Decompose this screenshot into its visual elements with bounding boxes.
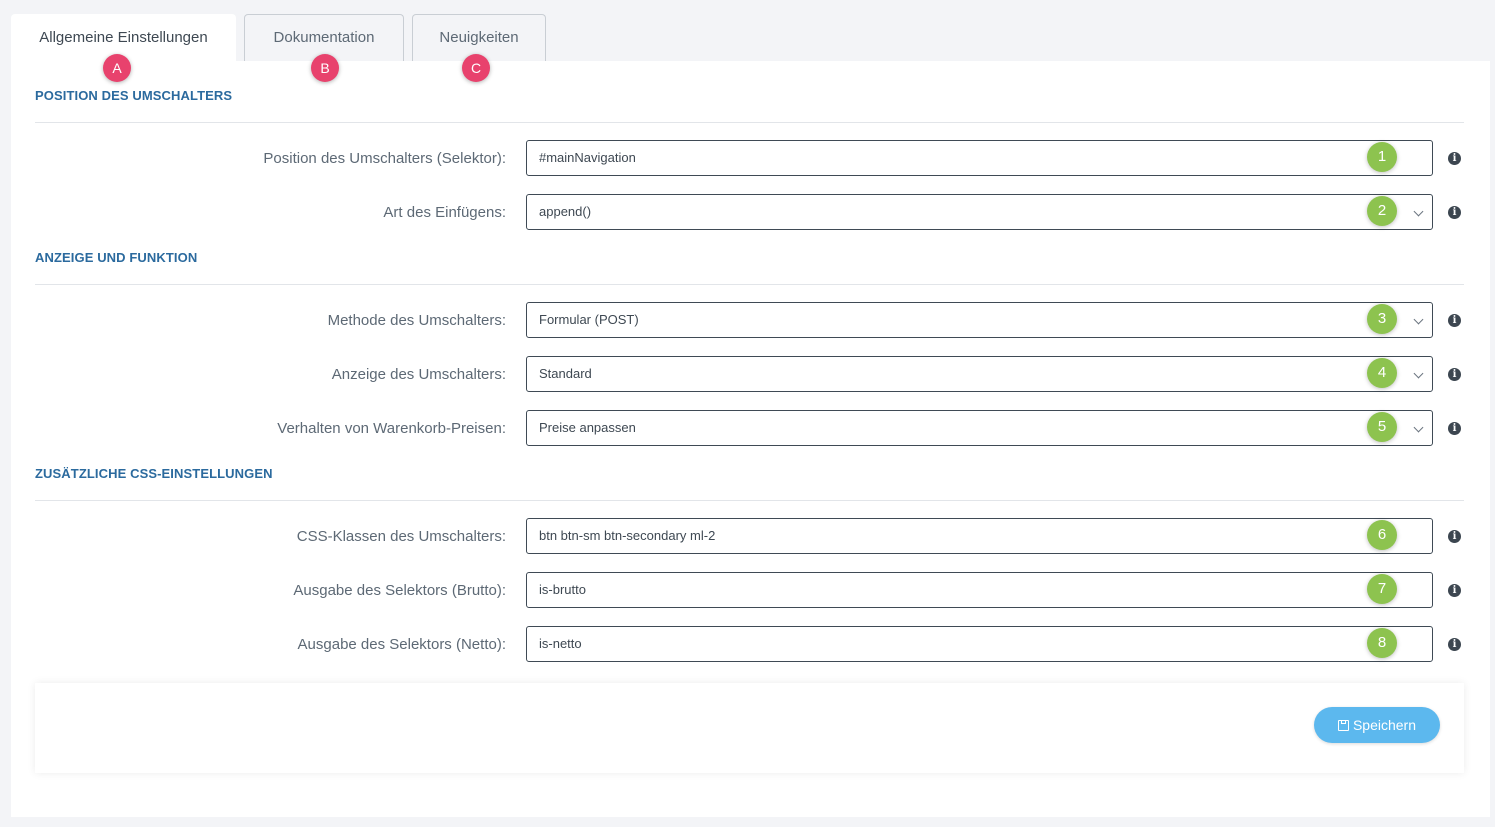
settings-panel: POSITION DES UMSCHALTERS Position des Um… bbox=[11, 61, 1490, 817]
insert-type-value: append() bbox=[539, 204, 592, 219]
field-label-css-classes: CSS-Klassen des Umschalters: bbox=[296, 528, 506, 545]
field-label-insert-type: Art des Einfügens: bbox=[383, 204, 506, 221]
annotation-badge-2: 2 bbox=[1367, 196, 1397, 226]
info-icon[interactable]: i bbox=[1448, 152, 1461, 165]
save-button[interactable]: Speichern bbox=[1314, 707, 1440, 743]
section-title-display: ANZEIGE UND FUNKTION bbox=[35, 250, 198, 265]
info-icon[interactable]: i bbox=[1448, 368, 1461, 381]
info-icon[interactable]: i bbox=[1448, 206, 1461, 219]
chevron-down-icon bbox=[1413, 206, 1424, 217]
form-footer: Speichern bbox=[35, 683, 1464, 773]
cart-price-behavior-select[interactable]: Preise anpassen bbox=[526, 410, 1433, 446]
save-button-label: Speichern bbox=[1352, 717, 1417, 733]
section-divider bbox=[35, 284, 1464, 285]
field-label-switch-display: Anzeige des Umschalters: bbox=[331, 366, 506, 383]
cart-price-behavior-value: Preise anpassen bbox=[539, 420, 636, 435]
switch-display-value: Standard bbox=[539, 366, 592, 381]
floppy-disk-icon bbox=[1337, 720, 1349, 731]
annotation-badge-7: 7 bbox=[1367, 574, 1397, 604]
annotation-badge-3: 3 bbox=[1367, 304, 1397, 334]
chevron-down-icon bbox=[1413, 314, 1424, 325]
switch-display-select[interactable]: Standard bbox=[526, 356, 1433, 392]
annotation-badge-5: 5 bbox=[1367, 412, 1397, 442]
switch-method-select[interactable]: Formular (POST) bbox=[526, 302, 1433, 338]
field-label-selector-gross: Ausgabe des Selektors (Brutto): bbox=[293, 582, 506, 599]
annotation-badge-8: 8 bbox=[1367, 628, 1397, 658]
switch-method-value: Formular (POST) bbox=[539, 312, 639, 327]
annotation-badge-a: A bbox=[103, 54, 131, 82]
position-selector-input[interactable]: #mainNavigation bbox=[526, 140, 1433, 176]
annotation-badge-b: B bbox=[311, 54, 339, 82]
annotation-badge-c: C bbox=[462, 54, 490, 82]
chevron-down-icon bbox=[1413, 422, 1424, 433]
section-divider bbox=[35, 500, 1464, 501]
insert-type-select[interactable]: append() bbox=[526, 194, 1433, 230]
info-icon[interactable]: i bbox=[1448, 584, 1461, 597]
annotation-badge-4: 4 bbox=[1367, 358, 1397, 388]
chevron-down-icon bbox=[1413, 368, 1424, 379]
field-label-selector-net: Ausgabe des Selektors (Netto): bbox=[297, 636, 506, 653]
section-title-css: ZUSÄTZLICHE CSS-EINSTELLUNGEN bbox=[35, 466, 273, 481]
info-icon[interactable]: i bbox=[1448, 638, 1461, 651]
info-icon[interactable]: i bbox=[1448, 530, 1461, 543]
css-classes-input[interactable]: btn btn-sm btn-secondary ml-2 bbox=[526, 518, 1433, 554]
selector-gross-input[interactable]: is-brutto bbox=[526, 572, 1433, 608]
section-divider bbox=[35, 122, 1464, 123]
info-icon[interactable]: i bbox=[1448, 314, 1461, 327]
field-label-cart-price-behavior: Verhalten von Warenkorb-Preisen: bbox=[277, 420, 506, 437]
selector-net-input[interactable]: is-netto bbox=[526, 626, 1433, 662]
field-label-position-selector: Position des Umschalters (Selektor): bbox=[263, 150, 506, 167]
info-icon[interactable]: i bbox=[1448, 422, 1461, 435]
section-title-position: POSITION DES UMSCHALTERS bbox=[35, 88, 233, 103]
annotation-badge-1: 1 bbox=[1367, 142, 1397, 172]
field-label-switch-method: Methode des Umschalters: bbox=[327, 312, 506, 329]
annotation-badge-6: 6 bbox=[1367, 520, 1397, 550]
